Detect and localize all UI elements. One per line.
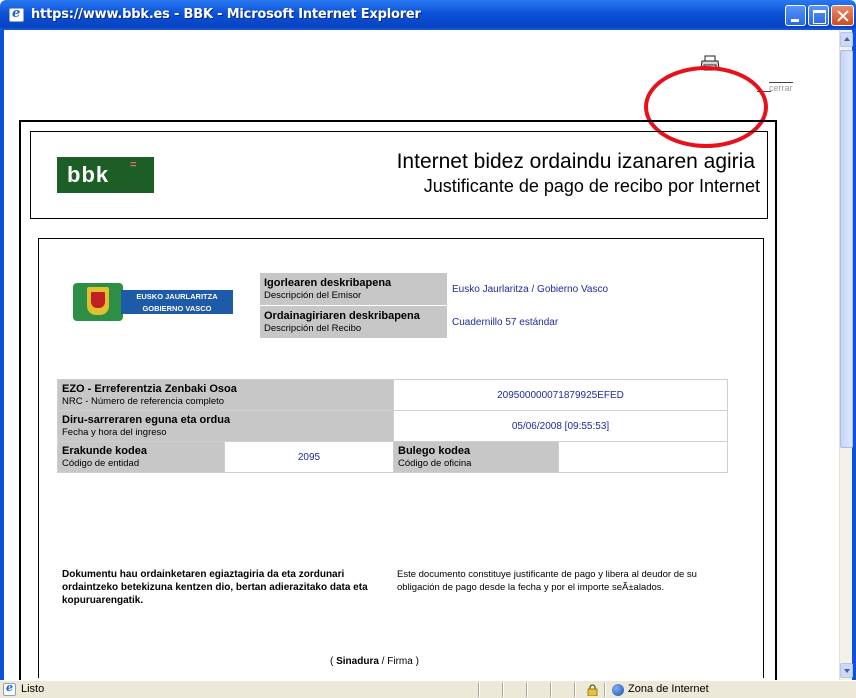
entity-label: Erakunde kodea Código de entidad <box>57 441 225 473</box>
bbk-logo-text: bbk <box>67 162 110 187</box>
footer-text-basque: Dokumentu hau ordainketaren egiaztagiria… <box>62 569 368 606</box>
vertical-scrollbar[interactable] <box>839 30 853 680</box>
receipt-label-es: Descripción del Recibo <box>264 322 362 334</box>
status-divider <box>478 683 479 697</box>
signature-rest: / Firma ) <box>378 656 419 667</box>
internet-zone-icon <box>612 684 624 696</box>
nrc-label-eu: EZO - Erreferentzia Zenbaki Osoa <box>62 382 237 395</box>
office-label-eu: Bulego kodea <box>398 444 471 457</box>
basque-government-emblem: EUSKO JAURLARITZA GOBIERNO VASCO <box>73 283 233 321</box>
lock-icon <box>587 684 598 696</box>
scroll-thumb[interactable] <box>840 50 853 448</box>
maximize-button[interactable] <box>808 5 829 26</box>
internet-explorer-icon <box>9 6 24 22</box>
office-value <box>558 441 728 473</box>
receipt-title-spanish: Justificante de pago de recibo por Inter… <box>423 176 760 196</box>
receipt-title-basque: Internet bidez ordaindu izanaren agiria <box>396 150 755 173</box>
issuer-label-es: Descripción del Emisor <box>264 289 362 301</box>
entity-label-eu: Erakunde kodea <box>62 444 147 457</box>
date-label-es: Fecha y hora del ingreso <box>62 426 167 438</box>
entity-label-es: Código de entidad <box>62 457 140 469</box>
security-zone-text: Zona de Internet <box>628 683 709 695</box>
emblem-line-2: GOBIERNO VASCO <box>142 304 212 313</box>
status-divider <box>604 683 605 697</box>
page-icon <box>3 681 16 696</box>
issuer-label-eu: Igorlearen deskribapena <box>264 276 392 289</box>
receipt-label: Ordainagiriaren deskribapena Descripción… <box>259 305 448 339</box>
signature-eu: Sinadura <box>336 656 379 667</box>
office-label: Bulego kodea Código de oficina <box>393 441 559 473</box>
status-text: Listo <box>21 683 45 695</box>
date-value: 05/06/2008 [09:55:53] <box>393 410 728 442</box>
receipt-label-eu: Ordainagiriaren deskribapena <box>264 309 420 322</box>
table-row: Igorlearen deskribapena Descripción del … <box>259 272 727 306</box>
emblem-band: EUSKO JAURLARITZA GOBIERNO VASCO <box>121 290 233 314</box>
issuer-table: Igorlearen deskribapena Descripción del … <box>259 272 727 339</box>
footer-text-spanish: Este documento constituye justificante d… <box>397 569 697 593</box>
reference-table: EZO - Erreferentzia Zenbaki Osoa NRC - N… <box>57 379 728 473</box>
status-bar: Listo Zona de Internet <box>0 680 856 698</box>
status-divider <box>550 683 551 697</box>
window-title: https://www.bbk.es - BBK - Microsoft Int… <box>31 7 421 22</box>
office-label-es: Código de oficina <box>398 457 472 469</box>
date-label-eu: Diru-sarreraren eguna eta ordua <box>62 413 231 426</box>
table-row: Ordainagiriaren deskribapena Descripción… <box>259 305 727 339</box>
close-link[interactable]: cerrar <box>757 82 793 93</box>
scroll-up-button[interactable] <box>840 32 853 47</box>
emblem-line-1: EUSKO JAURLARITZA <box>136 292 218 301</box>
table-row: Diru-sarreraren eguna eta ordua Fecha y … <box>57 410 728 442</box>
status-divider <box>574 683 575 697</box>
status-divider <box>526 683 527 697</box>
entity-value: 2095 <box>224 441 394 473</box>
date-label: Diru-sarreraren eguna eta ordua Fecha y … <box>57 410 394 442</box>
bbk-logo: bbk = <box>57 157 154 193</box>
nrc-label-es: NRC - Número de referencia completo <box>62 395 225 407</box>
close-window-button[interactable] <box>831 5 854 26</box>
table-row: Erakunde kodea Código de entidad 2095 Bu… <box>57 441 728 473</box>
receipt-value: Cuadernillo 57 estándar <box>447 305 727 339</box>
issuer-label: Igorlearen deskribapena Descripción del … <box>259 272 448 306</box>
scroll-down-button[interactable] <box>840 663 853 678</box>
coat-of-arms-icon <box>73 283 123 321</box>
table-row: EZO - Erreferentzia Zenbaki Osoa NRC - N… <box>57 379 728 411</box>
status-divider <box>502 683 503 697</box>
nrc-value: 209500000071879925EFED <box>393 379 728 411</box>
bbk-logo-mark: = <box>130 159 138 171</box>
window-titlebar[interactable]: https://www.bbk.es - BBK - Microsoft Int… <box>0 0 856 30</box>
signature-line: ( Sinadura / Firma ) <box>330 656 419 667</box>
issuer-value: Eusko Jaurlaritza / Gobierno Vasco <box>447 272 727 306</box>
nrc-label: EZO - Erreferentzia Zenbaki Osoa NRC - N… <box>57 379 394 411</box>
minimize-button[interactable] <box>785 5 806 26</box>
